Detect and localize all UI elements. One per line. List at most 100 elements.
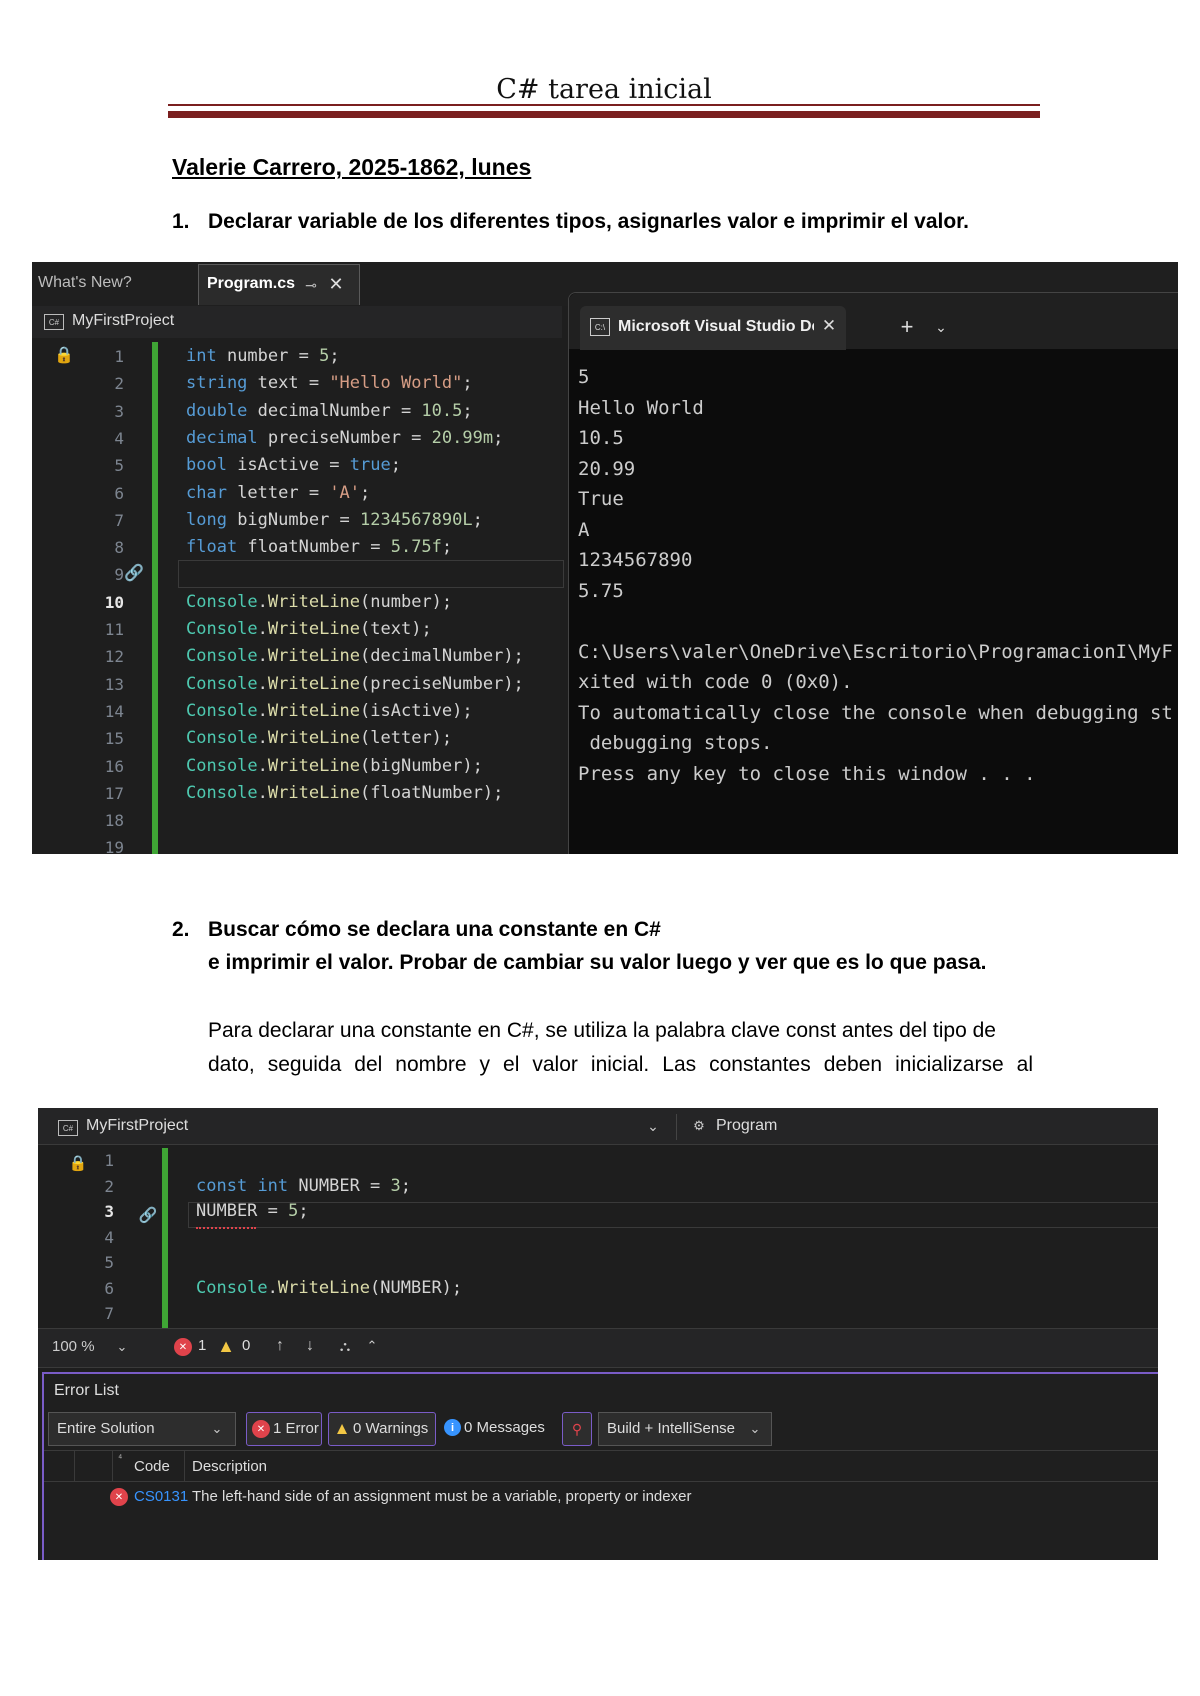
console-tab-label: Microsoft Visual Studio Debu [618,318,814,335]
ide-screenshot-2: C# MyFirstProject ⌄ ⚙ Program 🔒 🔗 1 2 cons… [38,1108,1158,1560]
console-line: C:\Users\valer\OneDrive\Escritorio\Progr… [578,640,1173,663]
close-icon[interactable]: ✕ [327,274,345,294]
edit-link-icon: 🔗 [124,565,144,582]
error-icon[interactable]: ✕ [174,1338,192,1356]
scope-dropdown[interactable]: Entire Solution ⌄ [48,1412,236,1446]
chevron-down-icon[interactable]: ⌄ [114,1338,130,1356]
column-divider [184,1451,185,1481]
filter-messages-button[interactable]: i 0 Messages [440,1412,545,1444]
line-number: 2 [104,1176,114,1196]
chevron-down-icon[interactable]: ⌄ [644,1116,662,1136]
project-name[interactable]: MyFirstProject [72,312,174,330]
question-2-line-2: e imprimir el valor. Probar de cambiar s… [208,951,987,974]
tab-program-label: Program.cs [207,275,296,292]
info-icon: i [444,1419,461,1436]
chevron-up-icon[interactable]: ⌃ [364,1336,380,1356]
member-dropdown[interactable]: Program [716,1117,777,1135]
line-number: 4 [104,1227,114,1247]
code-line[interactable]: NUMBER = 5; [196,1201,309,1221]
error-code-link[interactable]: CS0131 [134,1488,188,1505]
code-line[interactable]: Console.WriteLine(number); [186,592,452,612]
tab-whats-new[interactable]: What's New? [38,274,132,292]
current-line-highlight [178,560,564,588]
error-squiggle [196,1224,256,1229]
brush-icon[interactable]: ⛬ [336,1336,354,1356]
filter-icon: ⚲ [571,1420,583,1437]
sort-icon[interactable]: ⁴ [118,1453,122,1464]
error-icon: ✕ [252,1420,270,1438]
code-line[interactable]: float floatNumber = 5.75f; [186,537,452,557]
close-icon[interactable]: ✕ [820,316,838,336]
column-divider [112,1451,113,1481]
navigation-bar [38,1108,1158,1145]
console-line: debugging stops. [578,732,773,754]
question-1-number: 1. [172,210,190,233]
code-line[interactable]: int number = 5; [186,346,340,366]
code-line[interactable]: Console.WriteLine(preciseNumber); [186,674,524,694]
edit-link-icon: 🔗 [138,1207,158,1224]
change-indicator-bar [162,1148,168,1328]
line-number: 16 [104,756,124,776]
line-number: 18 [104,811,124,831]
question-2-number: 2. [172,918,190,941]
column-code[interactable]: Code [134,1458,170,1475]
console-tab[interactable]: C:\ Microsoft Visual Studio Debu ✕ [580,306,846,350]
error-list-header: ⁴ Code Description [44,1450,1158,1482]
chevron-down-icon[interactable]: ⌄ [932,316,950,338]
build-filter-dropdown[interactable]: Build + IntelliSense ⌄ [598,1412,772,1446]
code-line[interactable]: Console.WriteLine(letter); [186,728,452,748]
column-description[interactable]: Description [192,1458,267,1475]
code-line[interactable]: bool isActive = true; [186,455,401,475]
code-line[interactable]: Console.WriteLine(bigNumber); [186,756,483,776]
title-rule-thin [168,104,1040,106]
code-line[interactable]: Console.WriteLine(NUMBER); [196,1278,462,1298]
page-title: C# tarea inicial [496,74,712,105]
code-line[interactable]: Console.WriteLine(decimalNumber); [186,646,524,666]
class-icon: ⚙ [693,1118,705,1133]
project-dropdown[interactable]: MyFirstProject [86,1117,188,1135]
line-number: 6 [104,1278,114,1298]
tab-program[interactable]: Program.cs ⊸ ✕ [198,264,360,305]
code-line[interactable]: string text = "Hello World"; [186,373,473,393]
title-rule-thick [168,111,1040,118]
csharp-project-icon: C# [44,314,64,330]
question-1-text: Declarar variable de los diferentes tipo… [208,210,970,233]
code-line[interactable]: decimal preciseNumber = 20.99m; [186,428,503,448]
line-number: 9 [114,565,124,585]
line-number: 8 [114,538,124,558]
code-line[interactable]: double decimalNumber = 10.5; [186,401,473,421]
filter-errors-button[interactable]: ✕ 1 Error [246,1412,322,1446]
arrow-down-icon[interactable]: ↓ [302,1336,318,1356]
question-2-line-1: Buscar cómo se declara una constante en … [208,918,661,941]
line-number: 17 [104,783,124,803]
arrow-up-icon[interactable]: ↑ [272,1336,288,1356]
chevron-down-icon: ⌄ [211,1421,223,1436]
line-number: 15 [104,729,124,749]
separator [676,1114,677,1140]
code-line[interactable]: const int NUMBER = 3; [196,1176,411,1196]
new-tab-icon[interactable]: + [896,314,918,340]
scope-dropdown-label: Entire Solution [57,1420,155,1437]
code-line[interactable]: Console.WriteLine(isActive); [186,701,473,721]
code-line[interactable]: long bigNumber = 1234567890L; [186,510,483,530]
pin-icon[interactable]: ⊸ [303,275,319,295]
author-line: Valerie Carrero, 2025-1862, lunes [172,154,532,180]
warning-icon[interactable]: ▲ [216,1336,236,1356]
filter-errors-label: 1 Error [273,1420,319,1437]
zoom-level[interactable]: 100 % [52,1338,95,1355]
console-line: Press any key to close this window . . . [578,762,1036,785]
line-number: 12 [104,647,124,667]
column-divider [74,1451,75,1481]
console-line: A [578,518,590,541]
console-line: 10.5 [578,427,624,449]
build-filter-label: Build + IntelliSense [607,1420,735,1437]
change-indicator-bar [152,342,158,854]
error-description: The left-hand side of an assignment must… [192,1488,692,1505]
code-line[interactable]: char letter = 'A'; [186,483,370,503]
filter-warnings-button[interactable]: ▲ 0 Warnings [328,1412,436,1446]
filter-toggle-button[interactable]: ⚲ [562,1412,592,1446]
line-number: 7 [114,510,124,530]
code-line[interactable]: Console.WriteLine(floatNumber); [186,783,503,803]
error-row[interactable]: ✕ CS0131 The left-hand side of an assign… [44,1482,1158,1512]
code-line[interactable]: Console.WriteLine(text); [186,619,432,639]
